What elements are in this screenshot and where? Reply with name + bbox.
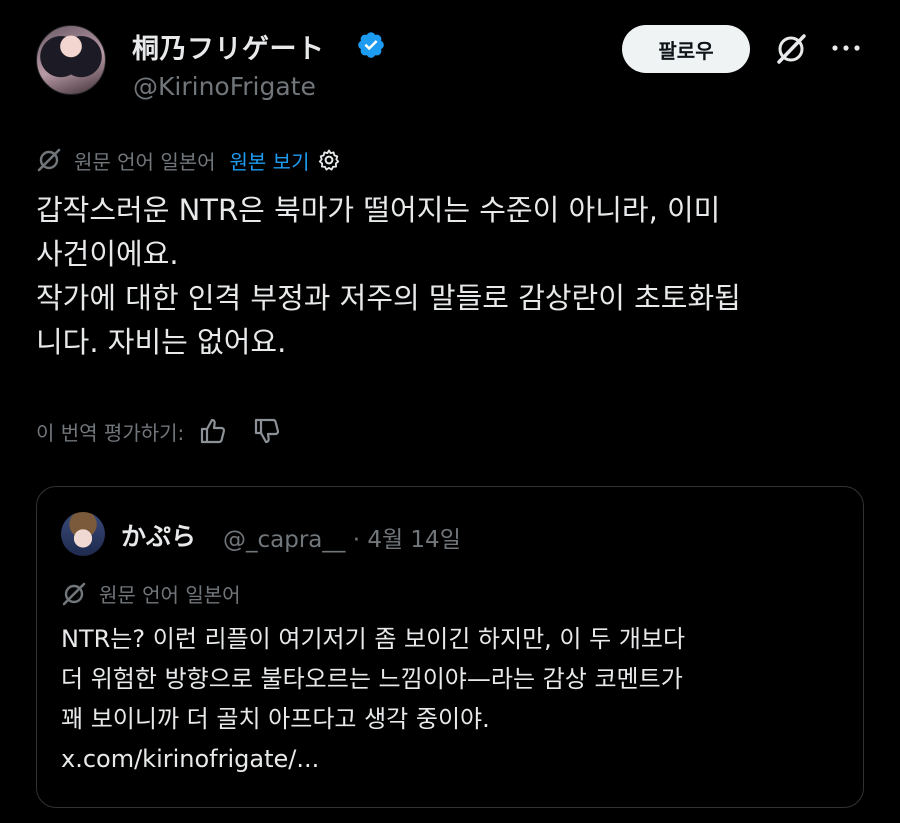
rate-translation-row: 이 번역 평가하기:	[36, 416, 282, 446]
tweet-text-line: 니다. 자비는 없어요.	[36, 325, 287, 359]
quoted-text-line: 더 위험한 방향으로 불타오르는 느낌이야—라는 감상 코멘트가	[61, 665, 683, 693]
quoted-translation-label: 원문 언어 일본어	[99, 583, 241, 607]
more-dots-icon[interactable]	[828, 36, 864, 60]
tweet-text-line: 갑작스러운 NTR은 북마가 떨어지는 수준이 아니라, 이미	[36, 193, 721, 227]
quoted-text-line: NTR는? 이런 리플이 여기저기 좀 보이긴 하지만, 이 두 개보다	[61, 625, 686, 653]
quoted-text-line: 꽤 보이니까 더 골치 아프다고 생각 중이야.	[61, 705, 490, 733]
tweet-text: 갑작스러운 NTR은 북마가 떨어지는 수준이 아니라, 이미 사건이에요. 작…	[36, 188, 876, 364]
quoted-author-name: かぷら	[121, 522, 197, 551]
quoted-link[interactable]: x.com/kirinofrigate/...	[61, 739, 851, 779]
rate-translation-label: 이 번역 평가하기:	[36, 420, 185, 445]
gear-icon[interactable]	[317, 148, 341, 172]
thumbs-down-icon[interactable]	[252, 416, 282, 446]
quoted-tweet-card[interactable]: かぷら @_capra__ · 4월 14일 원문 언어 일본어 NTR는? 이…	[36, 486, 864, 808]
quoted-tweet-text: NTR는? 이런 리플이 여기저기 좀 보이긴 하지만, 이 두 개보다 더 위…	[61, 619, 851, 779]
grok-icon[interactable]	[773, 31, 809, 67]
verified-badge-icon	[358, 32, 384, 58]
author-display-name[interactable]: 桐乃フリゲート	[132, 27, 325, 66]
quoted-author-handle-date: @_capra__ · 4월 14일	[223, 527, 461, 553]
grok-translate-icon	[37, 148, 61, 172]
author-avatar[interactable]	[36, 25, 106, 95]
translation-row: 원문 언어 일본어 원본 보기	[36, 144, 341, 176]
quoted-author-avatar	[61, 512, 105, 556]
tweet-text-line: 작가에 대한 인격 부정과 저주의 말들로 감상란이 초토화됩	[36, 281, 741, 315]
thumbs-up-icon[interactable]	[198, 416, 228, 446]
tweet-text-line: 사건이에요.	[36, 237, 179, 271]
grok-translate-icon	[62, 582, 86, 605]
author-handle[interactable]: @KirinoFrigate	[133, 72, 316, 101]
show-original-link[interactable]: 원본 보기	[230, 146, 310, 175]
quoted-translation-row: 원문 언어 일본어	[61, 579, 241, 608]
translation-source-label: 원문 언어 일본어	[74, 149, 216, 174]
follow-button[interactable]: 팔로우	[622, 25, 750, 73]
tweet-header: 桐乃フリゲート @KirinoFrigate 팔로우	[0, 0, 900, 120]
